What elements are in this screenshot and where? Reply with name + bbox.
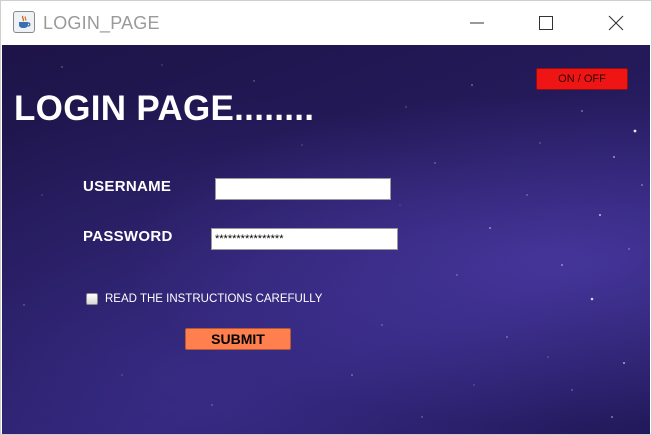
- close-button[interactable]: [593, 1, 639, 45]
- maximize-icon: [539, 16, 553, 30]
- submit-button[interactable]: SUBMIT: [185, 328, 291, 350]
- maximize-button[interactable]: [523, 1, 569, 45]
- title-bar[interactable]: LOGIN_PAGE: [1, 1, 651, 45]
- password-field[interactable]: ****************: [211, 228, 398, 250]
- close-icon: [608, 15, 624, 31]
- instructions-checkbox-row[interactable]: READ THE INSTRUCTIONS CAREFULLY: [86, 293, 322, 305]
- instructions-checkbox[interactable]: [86, 293, 98, 305]
- instructions-checkbox-label[interactable]: READ THE INSTRUCTIONS CAREFULLY: [105, 293, 322, 305]
- username-label: USERNAME: [83, 178, 172, 195]
- window-title: LOGIN_PAGE: [43, 13, 160, 33]
- minimize-icon: [470, 22, 484, 24]
- minimize-button[interactable]: [454, 1, 500, 45]
- page-heading: LOGIN PAGE........: [14, 89, 315, 128]
- java-cup-icon: [13, 11, 35, 33]
- on-off-button[interactable]: ON / OFF: [536, 68, 628, 90]
- password-label: PASSWORD: [83, 228, 173, 245]
- app-window: LOGIN_PAGE ON / OFF LOGIN PAGE........ U…: [0, 0, 652, 435]
- username-field[interactable]: [215, 178, 391, 200]
- login-panel: ON / OFF LOGIN PAGE........ USERNAME PAS…: [2, 45, 650, 434]
